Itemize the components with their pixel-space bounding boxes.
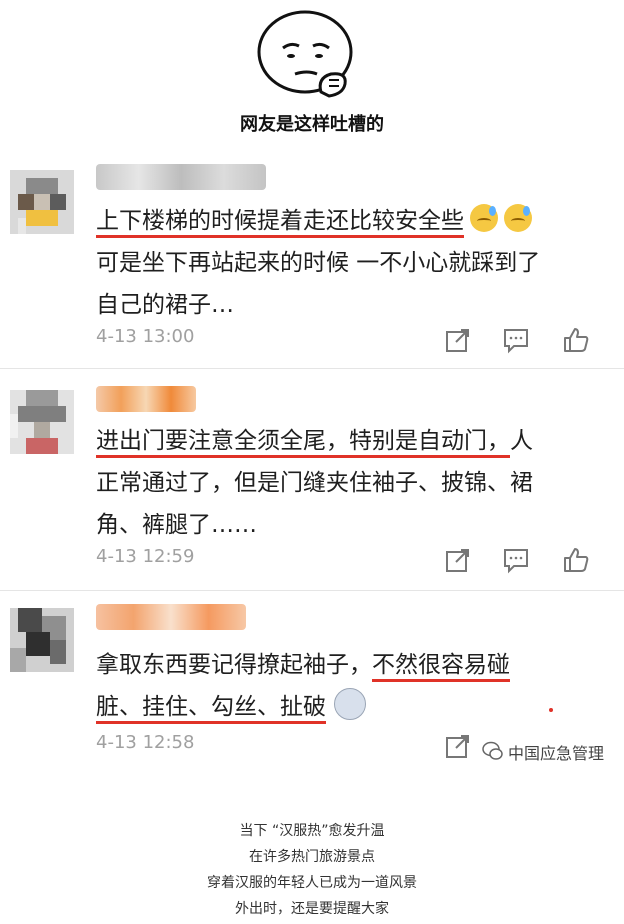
- comment-icon[interactable]: [502, 546, 530, 574]
- username-blurred[interactable]: [96, 604, 246, 630]
- comment-highlight: 进出门要注意全须全尾，特别是自动门，: [96, 428, 510, 458]
- like-icon[interactable]: [562, 546, 590, 574]
- username-blurred[interactable]: [96, 386, 196, 412]
- sweat-emoji-icon: [504, 204, 532, 232]
- sweat-emoji-icon: [470, 204, 498, 232]
- comment-line: 角、裤腿了……: [96, 512, 257, 538]
- divider: [0, 590, 624, 591]
- comment-meta: 4-13 13:00: [96, 326, 604, 356]
- comment-line: 可是坐下再站起来的时候 一不小心就踩到了: [96, 250, 541, 276]
- caption-line: 当下 “汉服热”愈发升温: [239, 823, 385, 839]
- watermark-text: 中国应急管理: [508, 744, 605, 763]
- avatar[interactable]: [10, 390, 74, 454]
- divider: [0, 368, 624, 369]
- like-icon[interactable]: [562, 326, 590, 354]
- share-icon[interactable]: [444, 732, 472, 760]
- comment-line-prefix: 拿取东西要记得撩起袖子，: [96, 652, 372, 678]
- comment-highlight: 脏、挂住、勾丝、扯破: [96, 694, 326, 724]
- comment-time: 4-13 12:58: [96, 732, 195, 753]
- comment-highlight: 不然很容易碰: [372, 652, 510, 682]
- avatar[interactable]: [10, 170, 74, 234]
- share-icon[interactable]: [444, 326, 472, 354]
- caption-line: 在许多热门旅游景点: [249, 849, 375, 865]
- username-blurred[interactable]: [96, 164, 266, 190]
- avatar[interactable]: [10, 608, 74, 672]
- caption-line: 穿着汉服的年轻人已成为一道风景: [207, 875, 417, 891]
- comment-text: 拿取东西要记得撩起袖子，不然很容易碰 脏、挂住、勾丝、扯破: [96, 644, 600, 728]
- comment-text: 上下楼梯的时候提着走还比较安全些 可是坐下再站起来的时候 一不小心就踩到了 自己…: [96, 200, 600, 326]
- comment-meta: 4-13 12:59: [96, 546, 604, 576]
- comment-line: 自己的裙子…: [96, 292, 234, 318]
- comment-actions: [444, 546, 594, 576]
- caption-line: 外出时，还是要提醒大家: [235, 901, 389, 917]
- comment-time: 4-13 12:59: [96, 546, 195, 567]
- comment-highlight: 上下楼梯的时候提着走还比较安全些: [96, 208, 464, 238]
- comment-actions: [444, 326, 594, 356]
- comment-text: 进出门要注意全须全尾，特别是自动门，人 正常通过了，但是门缝夹住袖子、披锦、裙 …: [96, 420, 600, 546]
- face-emoji-icon: [334, 688, 366, 720]
- comment-time: 4-13 13:00: [96, 326, 195, 347]
- comment-line: 正常通过了，但是门缝夹住袖子、披锦、裙: [96, 470, 533, 496]
- comment-icon[interactable]: [502, 326, 530, 354]
- red-dot: [549, 708, 553, 712]
- header: 网友是这样吐槽的: [0, 0, 624, 150]
- pondering-face-icon: [255, 8, 359, 102]
- comment-line-rest: 人: [510, 428, 533, 454]
- share-icon[interactable]: [444, 546, 472, 574]
- wechat-logo-icon: [482, 740, 504, 762]
- header-title: 网友是这样吐槽的: [240, 114, 384, 135]
